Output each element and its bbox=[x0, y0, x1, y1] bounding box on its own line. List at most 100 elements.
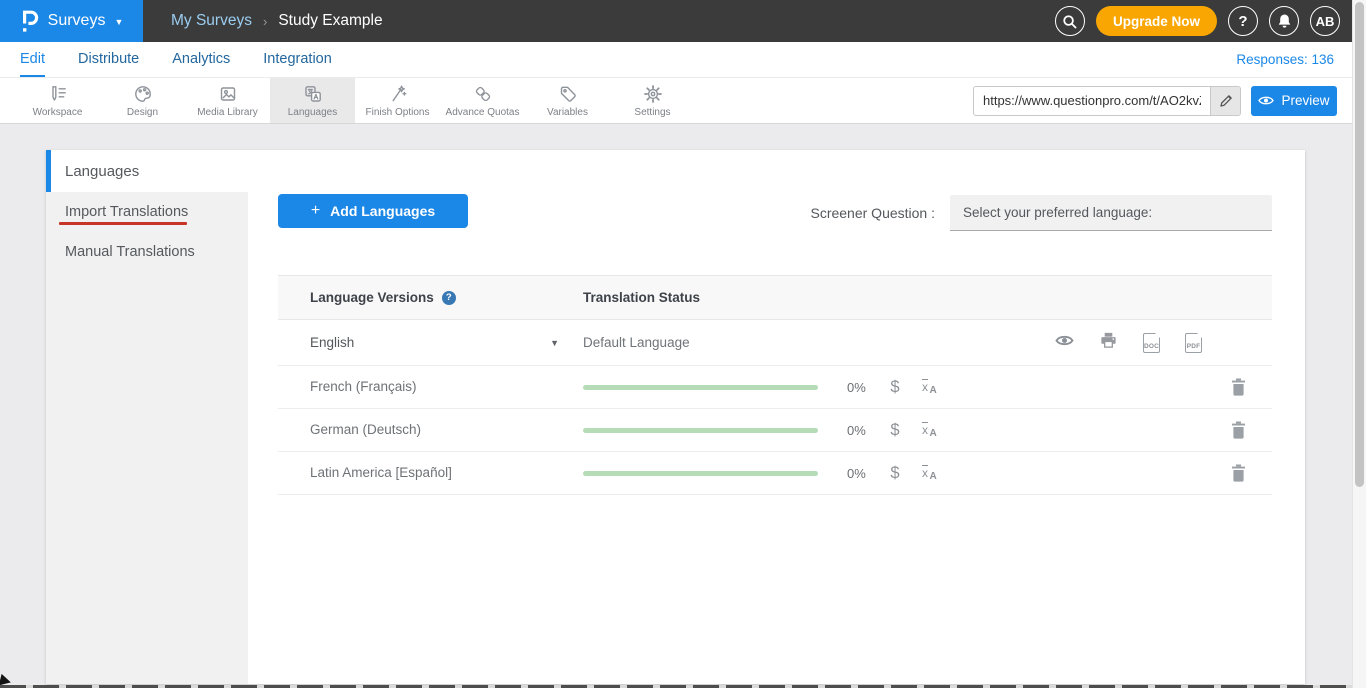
search-button[interactable] bbox=[1055, 6, 1085, 36]
translation-status-cell: 0% bbox=[583, 366, 1272, 408]
auto-translate-icon bbox=[922, 379, 928, 393]
avatar[interactable]: AB bbox=[1310, 6, 1340, 36]
tool-design[interactable]: Design bbox=[100, 78, 185, 123]
auto-translate-button[interactable] bbox=[922, 465, 937, 482]
column-header-translation-status: Translation Status bbox=[583, 290, 700, 305]
tool-variables[interactable]: Variables bbox=[525, 78, 610, 123]
progress-percent: 0% bbox=[847, 423, 875, 438]
auto-translate-button[interactable] bbox=[922, 379, 937, 396]
upgrade-now-button[interactable]: Upgrade Now bbox=[1096, 6, 1217, 36]
pdf-file-icon: PDF bbox=[1187, 343, 1201, 350]
view-survey-button[interactable] bbox=[1055, 334, 1074, 352]
workspace-icon bbox=[47, 83, 69, 105]
table-row-spanish: Latin America [Español] 0% bbox=[278, 452, 1272, 495]
chevron-down-icon bbox=[114, 17, 123, 27]
translation-progress-bar bbox=[583, 385, 818, 390]
export-actions: DOC PDF bbox=[1055, 331, 1202, 354]
progress-percent: 0% bbox=[847, 466, 875, 481]
sidebar-item-import-translations[interactable]: Import Translations bbox=[46, 192, 248, 232]
default-language-select[interactable]: English bbox=[278, 335, 583, 350]
tab-distribute[interactable]: Distribute bbox=[78, 42, 139, 77]
responses-count[interactable]: Responses: 136 bbox=[1236, 52, 1334, 67]
top-bar: Surveys My Surveys Study Example Upgrade… bbox=[0, 0, 1366, 42]
scrollbar-thumb[interactable] bbox=[1355, 2, 1364, 487]
table-row-french: French (Français) 0% bbox=[278, 366, 1272, 409]
languages-content: Add Languages Screener Question : Select… bbox=[248, 150, 1305, 684]
plus-icon bbox=[311, 202, 320, 220]
paid-translation-button[interactable] bbox=[889, 378, 901, 397]
language-name: German (Deutsch) bbox=[310, 422, 421, 437]
paid-translation-button[interactable] bbox=[889, 421, 901, 440]
printer-icon bbox=[1099, 331, 1118, 349]
auto-translate-icon bbox=[922, 465, 928, 479]
breadcrumb-separator-icon bbox=[263, 14, 267, 29]
preview-button[interactable]: Preview bbox=[1251, 86, 1337, 116]
language-name: Latin America [Español] bbox=[310, 465, 452, 480]
add-languages-label: Add Languages bbox=[330, 203, 435, 219]
language-name: English bbox=[310, 335, 354, 350]
top-actions: Upgrade Now AB bbox=[1055, 6, 1340, 36]
tool-settings[interactable]: Settings bbox=[610, 78, 695, 123]
search-icon bbox=[1061, 13, 1078, 30]
survey-url-group: Preview bbox=[973, 86, 1366, 116]
default-language-status-cell: Default Language bbox=[583, 320, 1272, 365]
tool-label: Design bbox=[127, 107, 158, 118]
delete-language-button[interactable] bbox=[1231, 378, 1246, 396]
pencil-icon bbox=[1219, 94, 1233, 108]
export-pdf-button[interactable]: PDF bbox=[1185, 333, 1202, 353]
tool-advance-quotas[interactable]: Advance Quotas bbox=[440, 78, 525, 123]
survey-url-box bbox=[973, 86, 1241, 116]
eye-icon bbox=[1055, 334, 1074, 347]
help-icon[interactable] bbox=[442, 291, 456, 305]
tab-analytics[interactable]: Analytics bbox=[172, 42, 230, 77]
print-button[interactable] bbox=[1099, 331, 1118, 354]
default-language-status: Default Language bbox=[583, 335, 690, 350]
auto-translate-icon bbox=[930, 385, 937, 396]
screener-question-value: Select your preferred language: bbox=[963, 205, 1152, 220]
survey-nav-tabs: Edit Distribute Analytics Integration Re… bbox=[0, 42, 1366, 78]
questionpro-logo-icon bbox=[20, 9, 39, 33]
tab-integration[interactable]: Integration bbox=[263, 42, 332, 77]
screener-question-label: Screener Question : bbox=[810, 205, 935, 221]
column-header-label: Language Versions bbox=[310, 290, 434, 305]
tag-icon bbox=[557, 83, 579, 105]
sidebar-item-languages[interactable]: Languages bbox=[46, 150, 248, 192]
help-button[interactable] bbox=[1228, 6, 1258, 36]
add-languages-button[interactable]: Add Languages bbox=[278, 194, 468, 228]
languages-subnav: Languages Import Translations Manual Tra… bbox=[46, 150, 248, 684]
screener-question-select[interactable]: Select your preferred language: bbox=[950, 195, 1272, 231]
bell-icon bbox=[1277, 13, 1292, 29]
language-name: French (Français) bbox=[310, 379, 417, 394]
language-name-cell: Latin America [Español] bbox=[278, 464, 583, 482]
delete-language-button[interactable] bbox=[1231, 464, 1246, 482]
auto-translate-button[interactable] bbox=[922, 422, 937, 439]
language-name-cell: French (Français) bbox=[278, 378, 583, 396]
column-header-language-versions: Language Versions bbox=[278, 290, 583, 305]
sidebar-item-manual-translations[interactable]: Manual Translations bbox=[46, 232, 248, 272]
notifications-button[interactable] bbox=[1269, 6, 1299, 36]
breadcrumb-my-surveys[interactable]: My Surveys bbox=[171, 12, 252, 30]
tool-workspace[interactable]: Workspace bbox=[15, 78, 100, 123]
trash-icon bbox=[1231, 464, 1246, 482]
tool-label: Languages bbox=[288, 107, 338, 118]
wand-icon bbox=[387, 83, 409, 105]
edit-toolbar: Workspace Design Media Library Languag bbox=[0, 78, 1366, 124]
trash-icon bbox=[1231, 421, 1246, 439]
tool-languages[interactable]: Languages bbox=[270, 78, 355, 123]
page-scrollbar[interactable] bbox=[1352, 0, 1366, 688]
tool-label: Settings bbox=[634, 107, 670, 118]
tool-media-library[interactable]: Media Library bbox=[185, 78, 270, 123]
content-header: Add Languages Screener Question : Select… bbox=[278, 194, 1272, 231]
product-menu[interactable]: Surveys bbox=[0, 0, 143, 42]
table-row-german: German (Deutsch) 0% bbox=[278, 409, 1272, 452]
paid-translation-button[interactable] bbox=[889, 464, 901, 483]
gear-icon bbox=[642, 83, 664, 105]
tool-finish-options[interactable]: Finish Options bbox=[355, 78, 440, 123]
tab-edit[interactable]: Edit bbox=[20, 42, 45, 77]
survey-url-input[interactable] bbox=[974, 87, 1210, 115]
breadcrumb-current: Study Example bbox=[278, 12, 382, 30]
translation-progress-bar bbox=[583, 428, 818, 433]
delete-language-button[interactable] bbox=[1231, 421, 1246, 439]
export-doc-button[interactable]: DOC bbox=[1143, 333, 1160, 353]
edit-url-button[interactable] bbox=[1210, 87, 1240, 115]
